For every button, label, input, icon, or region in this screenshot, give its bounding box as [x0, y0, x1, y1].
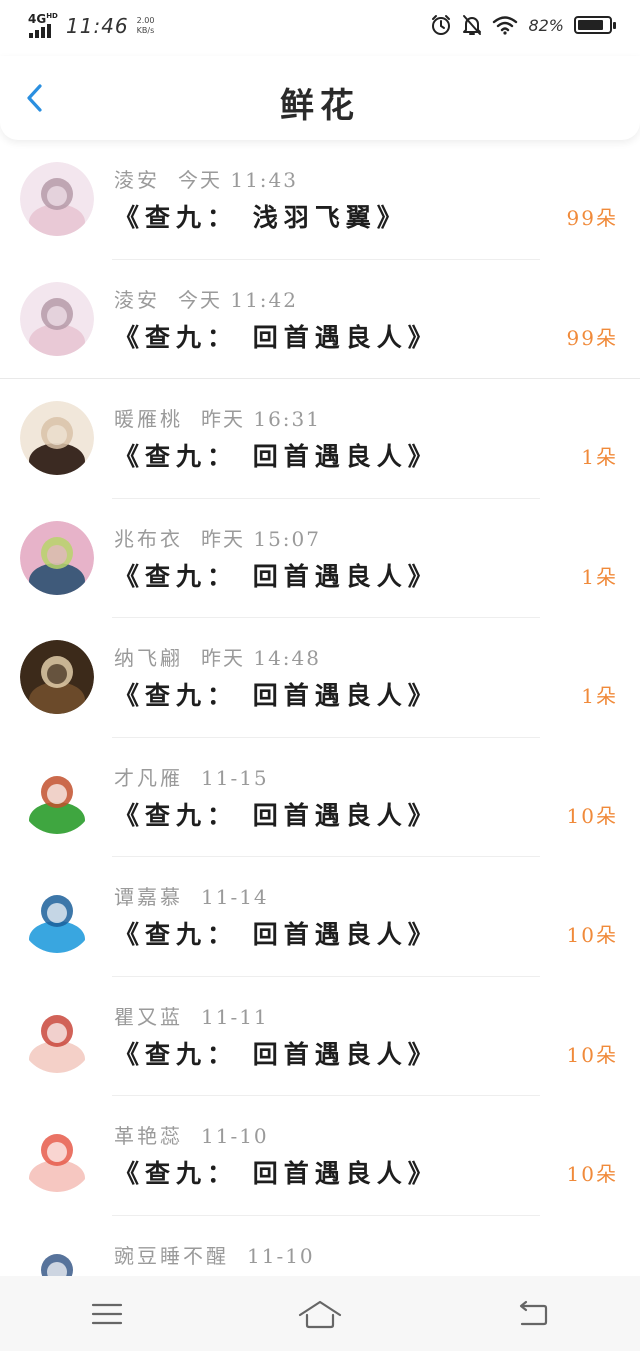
avatar[interactable]: [20, 879, 94, 953]
sender-name[interactable]: 才凡雁: [114, 766, 183, 790]
flower-count: 1朵: [581, 445, 618, 469]
list-item[interactable]: 谭嘉慕 11-14 《查九： 回首遇良人》 10朵: [0, 857, 640, 977]
sender-name[interactable]: 纳飞翩: [114, 646, 183, 670]
sent-time: 昨天 15:07: [201, 526, 321, 551]
book-title[interactable]: 《查九： 回首遇良人》: [114, 796, 439, 832]
alarm-icon: [432, 15, 451, 35]
list-item[interactable]: 才凡雁 11-15 《查九： 回首遇良人》 10朵: [0, 738, 640, 857]
flower-count: 10朵: [566, 803, 618, 828]
sender-line: 淩安 今天 11:43: [114, 164, 298, 193]
list-item[interactable]: 革艳蕊 11-10 《查九： 回首遇良人》 10朵: [0, 1096, 640, 1216]
bell-muted-icon: [463, 15, 482, 35]
sender-name[interactable]: 谭嘉慕: [114, 885, 183, 909]
avatar[interactable]: [20, 281, 94, 356]
menu-icon: [91, 1303, 122, 1324]
screen: 4GHD 11:46 2.00 KB/s 82% 鲜花 淩安 今天 11:43 …: [0, 0, 640, 1351]
sender-line: 瞿又蓝 11-11: [114, 1001, 269, 1030]
network-speed: 2.00 KB/s: [136, 16, 155, 35]
list-item[interactable]: 豌豆睡不醒 11-10: [0, 1216, 640, 1276]
list-item[interactable]: 淩安 今天 11:43 《查九： 浅羽飞翼》 99朵: [0, 140, 640, 260]
sender-line: 谭嘉慕 11-14: [114, 881, 269, 910]
flower-count: 1朵: [581, 564, 618, 589]
list-item[interactable]: 瞿又蓝 11-11 《查九： 回首遇良人》 10朵: [0, 977, 640, 1096]
sender-line: 才凡雁 11-15: [114, 762, 269, 791]
list-item[interactable]: 兆布衣 昨天 15:07 《查九： 回首遇良人》 1朵: [0, 499, 640, 618]
flower-count: 99朵: [566, 325, 618, 350]
signal-icon: 4GHD: [26, 12, 58, 40]
sender-name[interactable]: 瞿又蓝: [114, 1005, 183, 1029]
book-title[interactable]: 《查九： 回首遇良人》: [114, 437, 439, 473]
status-bar: 4GHD 11:46 2.00 KB/s 82%: [0, 0, 640, 56]
book-title[interactable]: 《查九： 回首遇良人》: [114, 318, 439, 354]
book-title[interactable]: 《查九： 回首遇良人》: [114, 915, 439, 951]
list-item[interactable]: 淩安 今天 11:42 《查九： 回首遇良人》 99朵: [0, 260, 640, 379]
avatar[interactable]: [20, 520, 94, 595]
sender-name[interactable]: 豌豆睡不醒: [114, 1244, 229, 1268]
menu-button[interactable]: [77, 1294, 137, 1334]
sender-name[interactable]: 淩安: [114, 168, 160, 192]
list-item[interactable]: 纳飞翩 昨天 14:48 《查九： 回首遇良人》 1朵: [0, 618, 640, 738]
avatar[interactable]: [20, 162, 94, 236]
book-title[interactable]: 《查九： 回首遇良人》: [114, 676, 439, 712]
battery-icon: [574, 16, 616, 34]
flower-record-list[interactable]: 淩安 今天 11:43 《查九： 浅羽飞翼》 99朵 淩安 今天 11:42 《查九： 回首…: [0, 140, 640, 1276]
battery-percent: 82%: [528, 15, 564, 35]
wifi-icon: [493, 16, 518, 35]
book-title[interactable]: 《查九： 浅羽飞翼》: [114, 198, 408, 234]
home-icon: [298, 1300, 342, 1328]
sender-line: 纳飞翩 昨天 14:48: [114, 642, 321, 671]
avatar[interactable]: [20, 1237, 94, 1276]
flower-count: 10朵: [566, 1162, 618, 1186]
back-icon: [520, 1300, 548, 1325]
sent-time: 11-15: [201, 765, 269, 790]
status-time: 11:46: [66, 14, 129, 38]
sent-time: 昨天 14:48: [201, 646, 321, 670]
sender-line: 兆布衣 昨天 15:07: [114, 523, 321, 552]
back-nav-button[interactable]: [503, 1294, 563, 1334]
sent-time: 今天 11:42: [178, 287, 298, 312]
sender-line: 豌豆睡不醒 11-10: [114, 1240, 315, 1269]
book-title[interactable]: 《查九： 回首遇良人》: [114, 557, 439, 593]
app-header: 鲜花: [0, 56, 640, 140]
flower-count: 99朵: [566, 206, 618, 230]
avatar[interactable]: [20, 1118, 94, 1192]
flower-count: 1朵: [581, 684, 618, 708]
sender-line: 淩安 今天 11:42: [114, 284, 298, 313]
sent-time: 11-10: [201, 1124, 269, 1148]
sender-line: 暖雁桃 昨天 16:31: [114, 403, 321, 432]
system-nav-bar: [0, 1276, 640, 1351]
book-title[interactable]: 《查九： 回首遇良人》: [114, 1035, 439, 1071]
book-title[interactable]: 《查九： 回首遇良人》: [114, 1154, 439, 1190]
sent-time: 今天 11:43: [178, 168, 298, 192]
avatar[interactable]: [20, 640, 94, 714]
sent-time: 11-10: [247, 1243, 315, 1268]
sent-time: 11-11: [201, 1004, 269, 1029]
sender-name[interactable]: 暖雁桃: [114, 407, 183, 431]
home-button[interactable]: [290, 1294, 350, 1334]
sent-time: 昨天 16:31: [201, 407, 321, 431]
avatar[interactable]: [20, 759, 94, 834]
avatar[interactable]: [20, 998, 94, 1073]
sender-name[interactable]: 革艳蕊: [114, 1124, 183, 1148]
sender-line: 革艳蕊 11-10: [114, 1120, 269, 1149]
flower-count: 10朵: [566, 923, 618, 947]
list-item[interactable]: 暖雁桃 昨天 16:31 《查九： 回首遇良人》 1朵: [0, 379, 640, 499]
page-title: 鲜花: [280, 86, 360, 126]
avatar[interactable]: [20, 401, 94, 475]
status-right: 82%: [430, 14, 616, 36]
flower-count: 10朵: [566, 1042, 618, 1067]
sender-name[interactable]: 淩安: [114, 288, 160, 312]
sender-name[interactable]: 兆布衣: [114, 527, 183, 551]
status-left: 4GHD 11:46 2.00 KB/s: [26, 12, 154, 40]
sent-time: 11-14: [201, 885, 269, 909]
